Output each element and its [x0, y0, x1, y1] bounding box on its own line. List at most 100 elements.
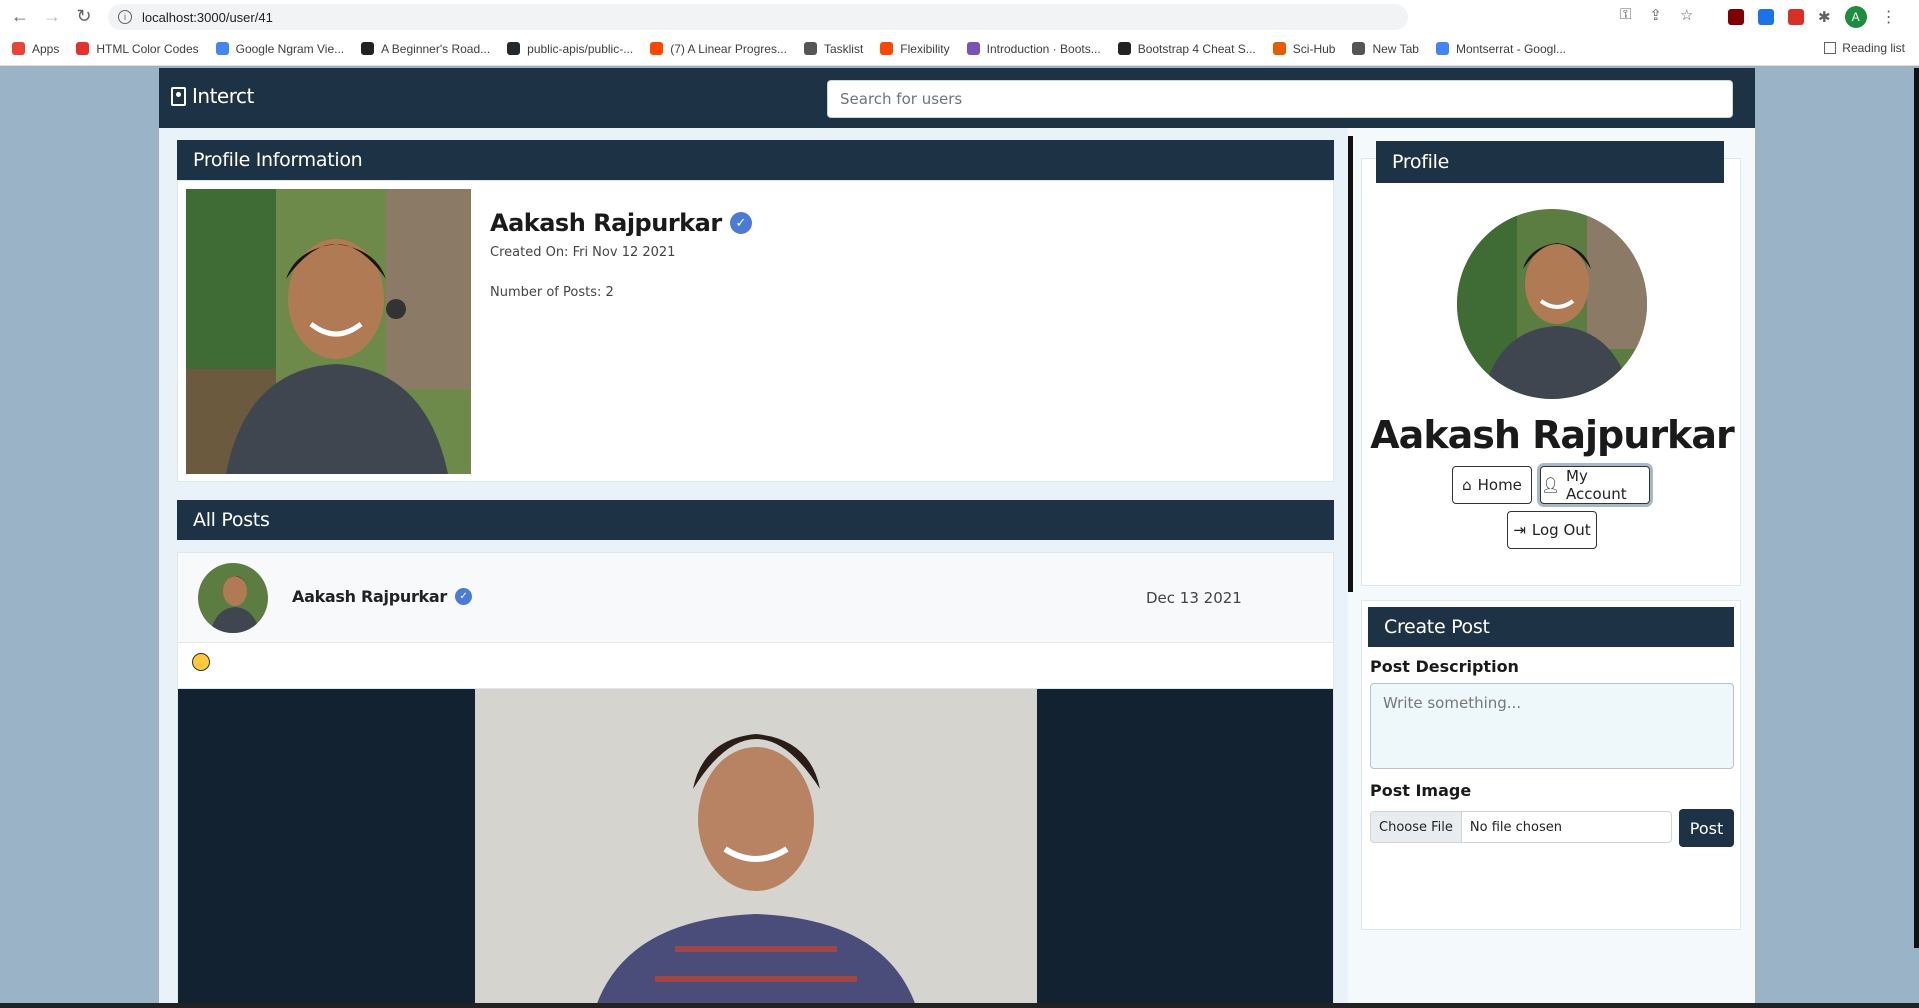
brand-logo-icon [171, 86, 186, 106]
search-input[interactable]: Search for users [827, 80, 1733, 118]
sidebar-profile-title: Profile [1392, 151, 1449, 173]
sidebar-avatar [1457, 209, 1647, 399]
bookmark-label: New Tab [1372, 41, 1419, 56]
bookmark-item[interactable]: New Tab [1352, 41, 1419, 56]
bookmark-label: Flexibility [900, 41, 950, 56]
browser-toolbar: ← → ↻ i localhost:3000/user/41 ⚿ ⇪ ☆ ✱ A… [0, 0, 1919, 32]
bookmark-favicon-icon [76, 42, 90, 55]
all-posts-header: All Posts [177, 500, 1334, 540]
bookmark-favicon-icon [215, 42, 229, 55]
back-icon[interactable]: ← [6, 2, 34, 30]
bookmark-label: Google Ngram Vie... [235, 41, 345, 56]
post-image-file-input[interactable]: Choose File No file chosen [1370, 811, 1672, 843]
share-icon[interactable]: ⇪ [1649, 6, 1662, 24]
post-header: Aakash Rajpurkar ✓ Dec 13 2021 [178, 553, 1333, 643]
bookmark-label: Montserrat - Googl... [1455, 41, 1566, 56]
profile-photo [186, 189, 471, 474]
file-status: No file chosen [1469, 819, 1562, 835]
bookmark-favicon-icon [1117, 42, 1131, 55]
reading-list-icon [1824, 42, 1837, 54]
top-navbar: Interct Search for users [159, 68, 1755, 128]
choose-file-button[interactable]: Choose File [1371, 812, 1462, 842]
all-posts-title: All Posts [193, 509, 270, 531]
bookmark-item[interactable]: A Beginner's Road... [361, 42, 490, 56]
post-count: Number of Posts: 2 [490, 285, 614, 300]
search-placeholder: Search for users [840, 90, 963, 108]
bookmark-label: Introduction · Boots... [986, 41, 1101, 56]
home-button[interactable]: ⌂ Home [1452, 466, 1532, 504]
bookmark-favicon-icon [1272, 42, 1286, 55]
menu-icon[interactable]: ⋮ [1881, 7, 1897, 27]
bookmarks-bar: Apps HTML Color Codes Google Ngram Vie... A… [0, 32, 1919, 66]
logout-button[interactable]: ⇥ Log Out [1507, 511, 1597, 549]
logout-icon: ⇥ [1513, 521, 1526, 539]
key-icon[interactable]: ⚿ [1620, 6, 1631, 24]
pdf-ext-icon[interactable] [1788, 9, 1804, 25]
url-text: localhost:3000/user/41 [142, 9, 273, 25]
post-description-input[interactable]: Write something... [1370, 683, 1734, 769]
bookmark-label: public-apis/public-... [527, 41, 634, 56]
home-button-label: Home [1477, 476, 1522, 494]
create-post-title: Create Post [1384, 616, 1490, 638]
bookmark-item[interactable]: (7) A Linear Progres... [650, 42, 787, 56]
reload-icon[interactable]: ↻ [70, 2, 98, 30]
my-account-button[interactable]: 👤︎ My Account [1540, 466, 1650, 504]
extensions-icon[interactable]: ✱ [1818, 8, 1831, 26]
reading-list[interactable]: Reading list [1824, 41, 1905, 55]
post-description-label: Post Description [1370, 657, 1519, 676]
post-image-label: Post Image [1370, 781, 1472, 800]
home-icon: ⌂ [1462, 476, 1472, 494]
address-bar[interactable]: i localhost:3000/user/41 [108, 4, 1408, 30]
scrollbar[interactable] [1914, 68, 1919, 948]
bookmark-label: HTML Color Codes [96, 41, 199, 56]
bookmark-item[interactable]: Bootstrap 4 Cheat S... [1117, 41, 1256, 56]
bookmark-item[interactable]: Google Ngram Vie... [215, 41, 345, 56]
forward-icon[interactable]: → [38, 2, 66, 30]
person-icon: 👤︎ [1541, 476, 1561, 494]
create-post-card: Create Post Post Description Write somet… [1361, 600, 1741, 930]
bookmark-favicon-icon [1352, 42, 1366, 55]
bookmark-item[interactable]: Flexibility [880, 41, 950, 56]
reading-list-label: Reading list [1842, 41, 1905, 55]
post-submit-button[interactable]: Post [1679, 809, 1734, 847]
screenshot-ext-icon[interactable] [1758, 9, 1774, 25]
profile-name-text: Aakash Rajpurkar [490, 209, 722, 237]
bookmark-item[interactable]: HTML Color Codes [76, 41, 199, 56]
verified-badge-icon: ✓ [454, 588, 472, 605]
bookmark-label: Bootstrap 4 Cheat S... [1137, 41, 1256, 56]
verified-badge-icon: ✓ [729, 212, 752, 234]
ublock-icon[interactable] [1728, 9, 1744, 25]
bookmark-favicon-icon [507, 42, 521, 55]
created-on: Created On: Fri Nov 12 2021 [490, 245, 676, 260]
profile-info-title: Profile Information [193, 149, 363, 171]
create-post-header: Create Post [1368, 607, 1734, 647]
bookmark-item[interactable]: Montserrat - Googl... [1435, 41, 1566, 56]
star-icon[interactable]: ☆ [1680, 6, 1693, 24]
horizontal-scrollbar[interactable] [0, 1003, 1919, 1008]
post-author[interactable]: Aakash Rajpurkar ✓ [292, 587, 472, 606]
post-image [475, 689, 1037, 1007]
bookmark-item[interactable]: Tasklist [803, 41, 864, 56]
bookmark-item[interactable]: Apps [12, 42, 59, 56]
site-info-icon[interactable]: i [118, 10, 132, 24]
column-divider [1348, 136, 1353, 592]
browser-profile-avatar[interactable]: A [1844, 6, 1867, 28]
bookmark-favicon-icon [650, 42, 664, 55]
profile-name: Aakash Rajpurkar ✓ [490, 209, 752, 237]
bookmark-favicon-icon [361, 42, 375, 55]
brand[interactable]: Interct [171, 84, 254, 108]
bookmark-item[interactable]: Sci-Hub [1272, 42, 1335, 56]
bookmark-item[interactable]: public-apis/public-... [507, 42, 633, 56]
post-author-avatar[interactable] [198, 563, 268, 633]
post-author-name: Aakash Rajpurkar [292, 587, 447, 606]
profile-info-card: Aakash Rajpurkar ✓ Created On: Fri Nov 1… [177, 180, 1334, 482]
upside-down-face-emoji-icon [192, 653, 210, 671]
sidebar-profile-card: Profile Aakash Rajpurkar ⌂ Home 👤︎ My Ac… [1361, 141, 1741, 586]
post-card: Aakash Rajpurkar ✓ Dec 13 2021 [177, 552, 1334, 1008]
post-image-container [178, 689, 1333, 1007]
bookmark-item[interactable]: Introduction · Boots... [966, 41, 1101, 56]
bookmark-label: A Beginner's Road... [381, 41, 491, 56]
app-page: Interct Search for users Profile Informa… [159, 68, 1755, 1008]
bookmark-label: Tasklist [823, 41, 864, 56]
bookmark-favicon-icon [966, 42, 980, 55]
